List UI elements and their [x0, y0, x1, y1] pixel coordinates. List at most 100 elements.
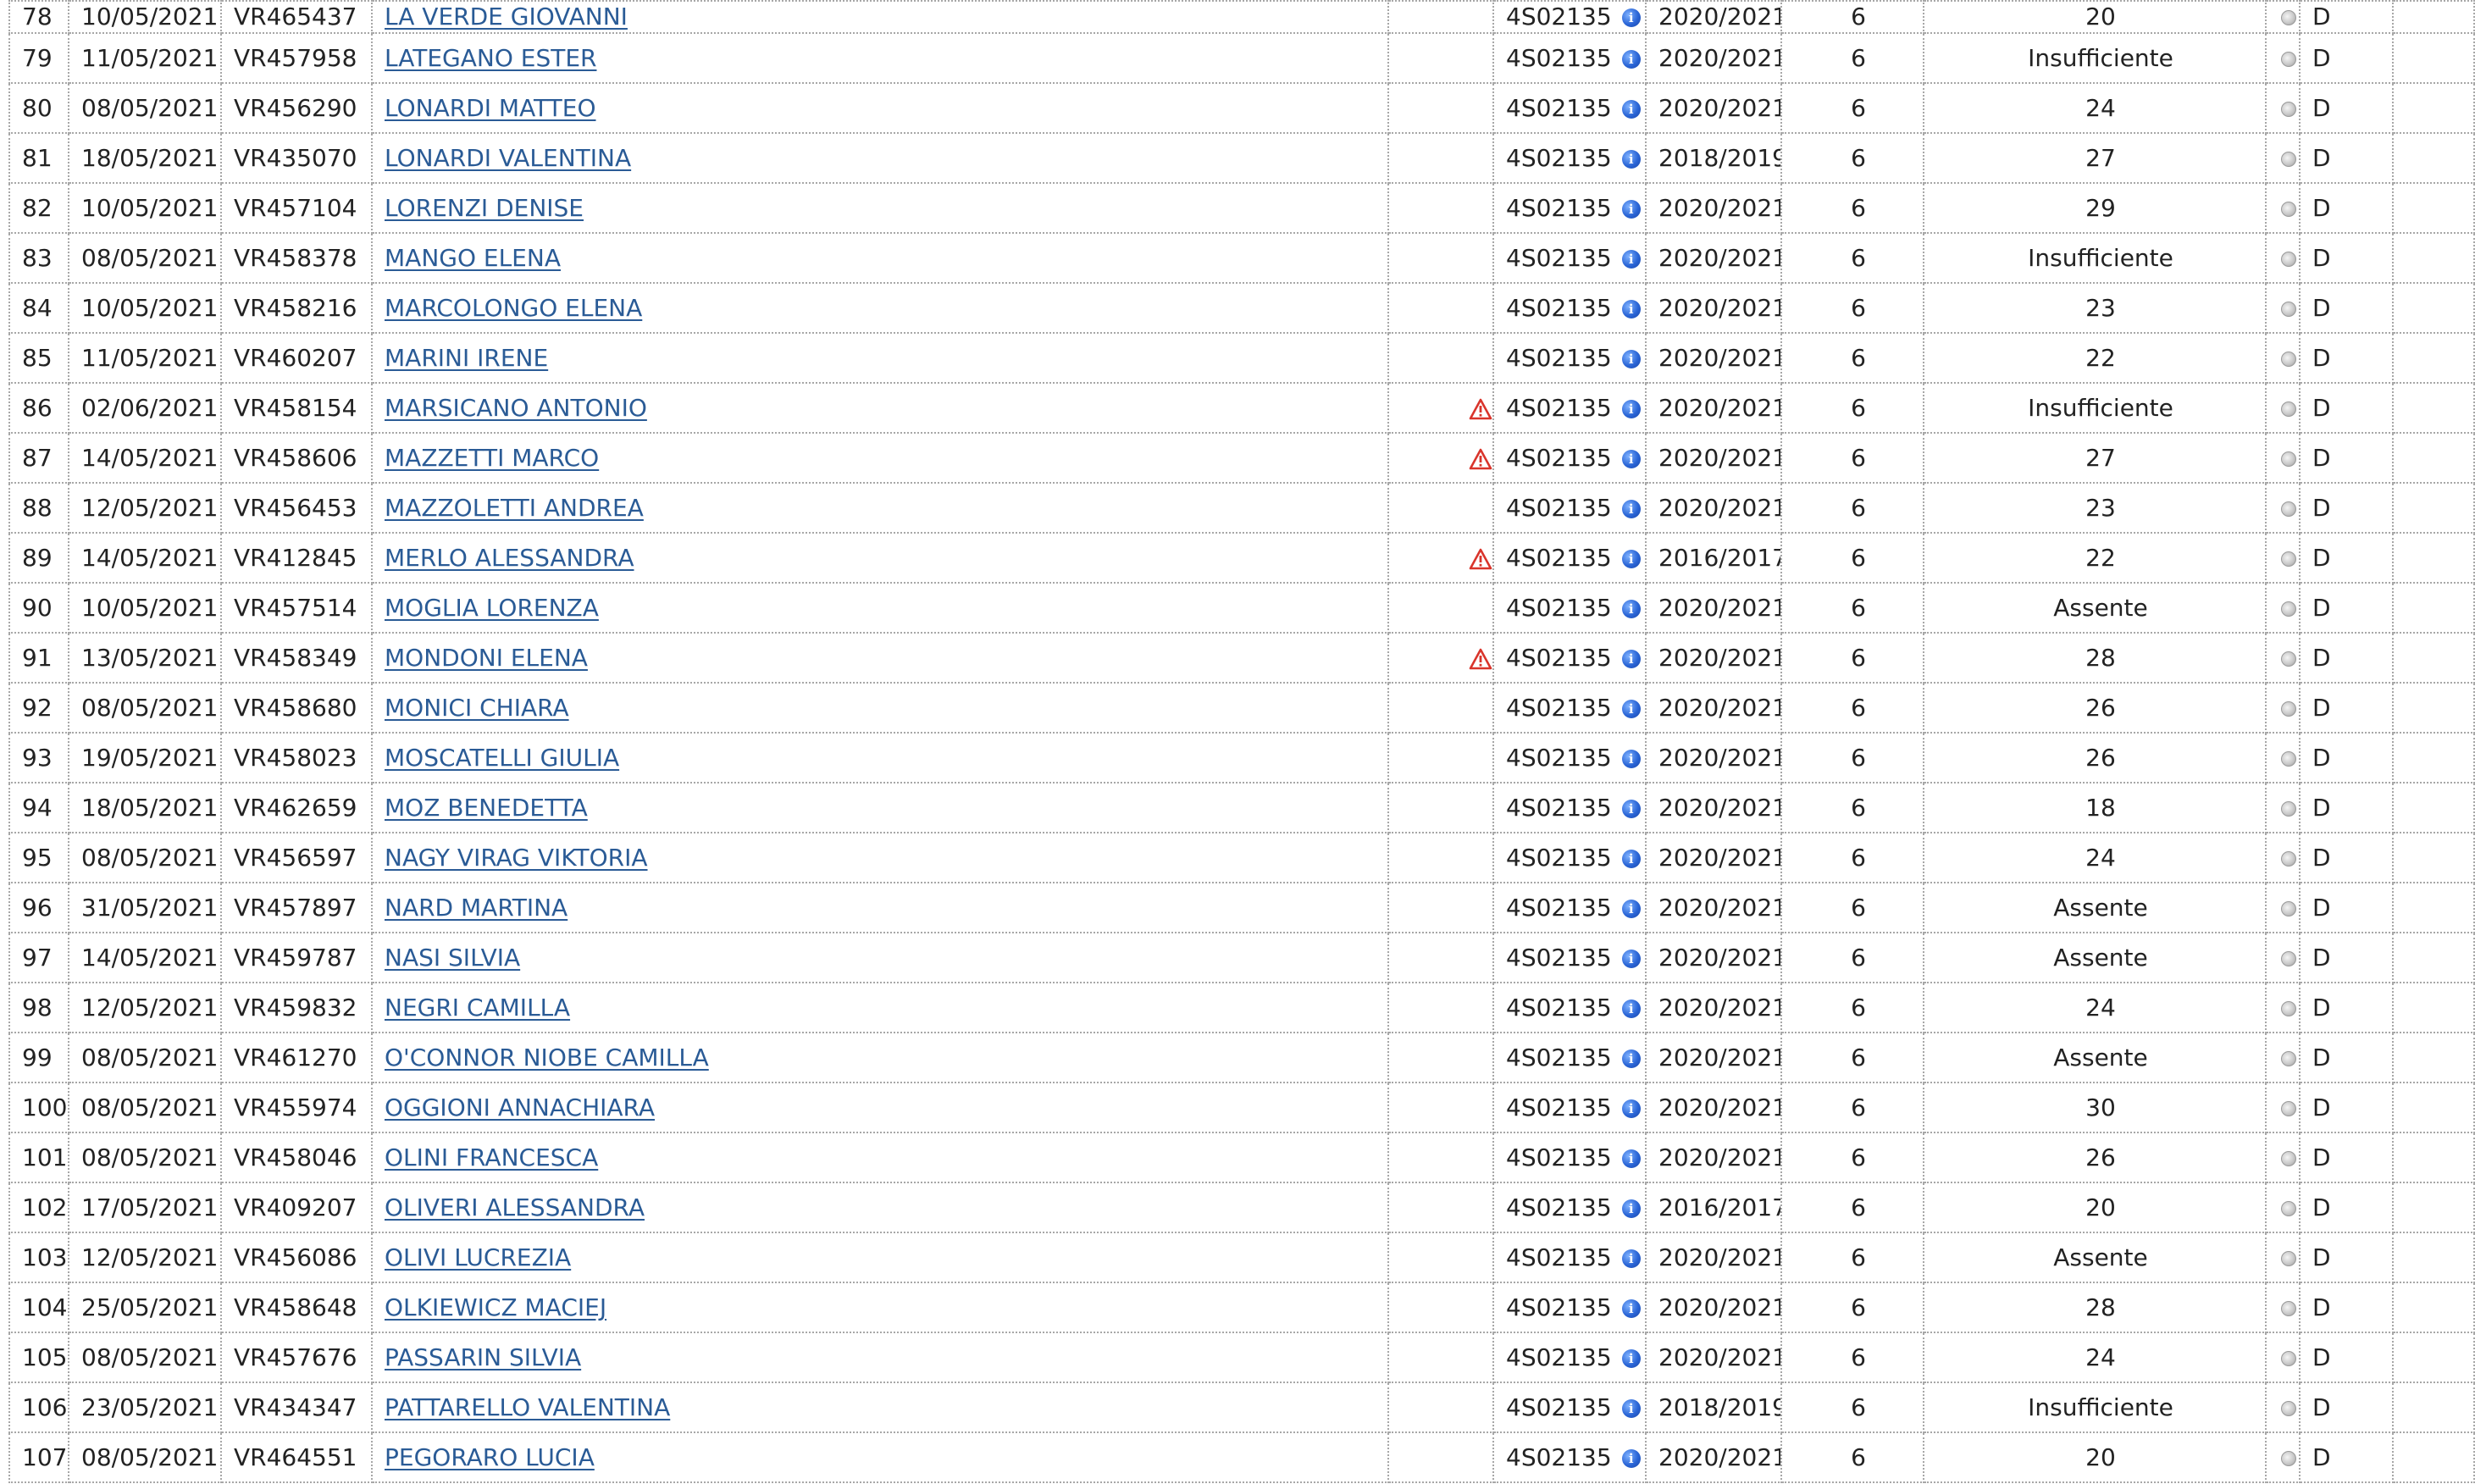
exam-results-table: 78 10/05/2021 VR465437 LA VERDE GIOVANNI… — [8, 0, 2475, 1483]
student-name-link[interactable]: MERLO ALESSANDRA — [385, 544, 634, 572]
info-icon[interactable]: i — [1621, 600, 1641, 618]
student-name-link[interactable]: MONDONI ELENA — [385, 644, 588, 672]
status-dot-icon[interactable] — [2281, 1151, 2296, 1166]
info-icon[interactable]: i — [1621, 900, 1641, 918]
student-name-link[interactable]: OGGIONI ANNACHIARA — [385, 1094, 655, 1121]
info-icon[interactable]: i — [1621, 350, 1641, 368]
status-dot-icon[interactable] — [2281, 10, 2296, 25]
info-icon[interactable]: i — [1621, 1199, 1641, 1218]
info-icon[interactable]: i — [1621, 1299, 1641, 1318]
student-name-link[interactable]: MOGLIA LORENZA — [385, 594, 599, 622]
credits: 6 — [1780, 583, 1924, 634]
info-icon[interactable]: i — [1621, 50, 1641, 69]
status-dot-icon[interactable] — [2281, 901, 2296, 916]
student-name-link[interactable]: MAZZETTI MARCO — [385, 444, 599, 472]
status-dot-icon[interactable] — [2281, 551, 2296, 567]
warning-triangle-icon[interactable] — [1469, 648, 1492, 670]
status-dot-icon[interactable] — [2281, 751, 2296, 767]
student-name-link[interactable]: MARINI IRENE — [385, 344, 548, 372]
student-name-link[interactable]: LORENZI DENISE — [385, 194, 584, 222]
status-dot-icon[interactable] — [2281, 1101, 2296, 1116]
info-icon[interactable]: i — [1621, 999, 1641, 1018]
student-name-link[interactable]: MARCOLONGO ELENA — [385, 294, 642, 322]
warning-triangle-icon[interactable] — [1469, 448, 1492, 470]
student-name-link[interactable]: MONICI CHIARA — [385, 694, 569, 722]
info-icon[interactable]: i — [1621, 1449, 1641, 1468]
status-dot-icon[interactable] — [2281, 152, 2296, 167]
status-dot-icon[interactable] — [2281, 651, 2296, 667]
status-dot-icon[interactable] — [2281, 52, 2296, 67]
student-name-link[interactable]: MANGO ELENA — [385, 244, 561, 272]
info-icon[interactable]: i — [1621, 250, 1641, 269]
info-icon[interactable]: i — [1621, 1149, 1641, 1168]
info-icon[interactable]: i — [1621, 750, 1641, 768]
student-name-link[interactable]: MAZZOLETTI ANDREA — [385, 494, 644, 522]
status-dot-icon[interactable] — [2281, 851, 2296, 867]
info-icon[interactable]: i — [1621, 950, 1641, 968]
info-icon[interactable]: i — [1621, 550, 1641, 568]
student-name-link[interactable]: MARSICANO ANTONIO — [385, 394, 647, 422]
status-dot-icon[interactable] — [2281, 352, 2296, 367]
info-icon[interactable]: i — [1621, 700, 1641, 718]
student-name-link[interactable]: OLIVI LUCREZIA — [385, 1243, 571, 1271]
info-icon[interactable]: i — [1621, 500, 1641, 518]
student-name-link[interactable]: NEGRI CAMILLA — [385, 994, 570, 1022]
student-name-link[interactable]: MOZ BENEDETTA — [385, 794, 588, 822]
info-icon[interactable]: i — [1621, 1099, 1641, 1118]
info-icon[interactable]: i — [1621, 150, 1641, 169]
info-icon[interactable]: i — [1621, 800, 1641, 818]
status-dot-icon[interactable] — [2281, 1001, 2296, 1016]
status-dot-icon[interactable] — [2281, 501, 2296, 517]
booking-date: 10/05/2021 — [68, 0, 222, 34]
info-icon[interactable]: i — [1621, 850, 1641, 868]
status-dot-icon[interactable] — [2281, 1451, 2296, 1466]
status-dot-icon[interactable] — [2281, 1401, 2296, 1416]
info-icon[interactable]: i — [1621, 450, 1641, 468]
info-icon[interactable]: i — [1621, 300, 1641, 318]
booking-date: 08/05/2021 — [68, 83, 222, 134]
status-dot-icon[interactable] — [2281, 951, 2296, 966]
status-dot-icon[interactable] — [2281, 1351, 2296, 1366]
info-icon[interactable]: i — [1621, 1249, 1641, 1268]
info-icon[interactable]: i — [1621, 1399, 1641, 1418]
status-dot-icon[interactable] — [2281, 1201, 2296, 1216]
student-name-link[interactable]: MOSCATELLI GIULIA — [385, 744, 619, 772]
status-dot-icon[interactable] — [2281, 102, 2296, 117]
warning-triangle-icon[interactable] — [1469, 548, 1492, 570]
info-icon[interactable]: i — [1621, 8, 1641, 27]
student-name-link[interactable]: OLIVERI ALESSANDRA — [385, 1193, 645, 1221]
status-dot-icon[interactable] — [2281, 1051, 2296, 1066]
status-dot-icon[interactable] — [2281, 701, 2296, 717]
student-name-link[interactable]: LONARDI MATTEO — [385, 94, 596, 122]
info-icon[interactable]: i — [1621, 100, 1641, 119]
student-name-link[interactable]: OLINI FRANCESCA — [385, 1143, 598, 1171]
warning-triangle-icon[interactable] — [1469, 398, 1492, 420]
student-name-link[interactable]: LATEGANO ESTER — [385, 44, 596, 72]
status-dot-icon[interactable] — [2281, 252, 2296, 267]
student-name-link[interactable]: O'CONNOR NIOBE CAMILLA — [385, 1044, 709, 1071]
info-icon[interactable]: i — [1621, 650, 1641, 668]
status-dot-icon[interactable] — [2281, 401, 2296, 417]
student-name-link[interactable]: NASI SILVIA — [385, 944, 520, 972]
status-dot-icon[interactable] — [2281, 1301, 2296, 1316]
status-dot-icon[interactable] — [2281, 1251, 2296, 1266]
student-name-link[interactable]: PASSARIN SILVIA — [385, 1343, 581, 1371]
student-name-link[interactable]: LA VERDE GIOVANNI — [385, 3, 628, 30]
status-dot-icon[interactable] — [2281, 801, 2296, 817]
info-icon[interactable]: i — [1621, 1049, 1641, 1068]
status-dot-icon[interactable] — [2281, 202, 2296, 217]
info-icon[interactable]: i — [1621, 1349, 1641, 1368]
student-name-link[interactable]: NARD MARTINA — [385, 894, 568, 922]
student-name-link[interactable]: PEGORARO LUCIA — [385, 1443, 595, 1471]
info-icon[interactable]: i — [1621, 200, 1641, 219]
student-name-link[interactable]: OLKIEWICZ MACIEJ — [385, 1293, 606, 1321]
credits: 6 — [1780, 833, 1924, 883]
student-id: VR458648 — [220, 1282, 373, 1333]
status-dot-icon[interactable] — [2281, 302, 2296, 317]
student-name-link[interactable]: LONARDI VALENTINA — [385, 144, 631, 172]
status-dot-icon[interactable] — [2281, 601, 2296, 617]
student-name-link[interactable]: PATTARELLO VALENTINA — [385, 1393, 670, 1421]
student-name-link[interactable]: NAGY VIRAG VIKTORIA — [385, 844, 648, 872]
status-dot-icon[interactable] — [2281, 451, 2296, 467]
info-icon[interactable]: i — [1621, 400, 1641, 418]
